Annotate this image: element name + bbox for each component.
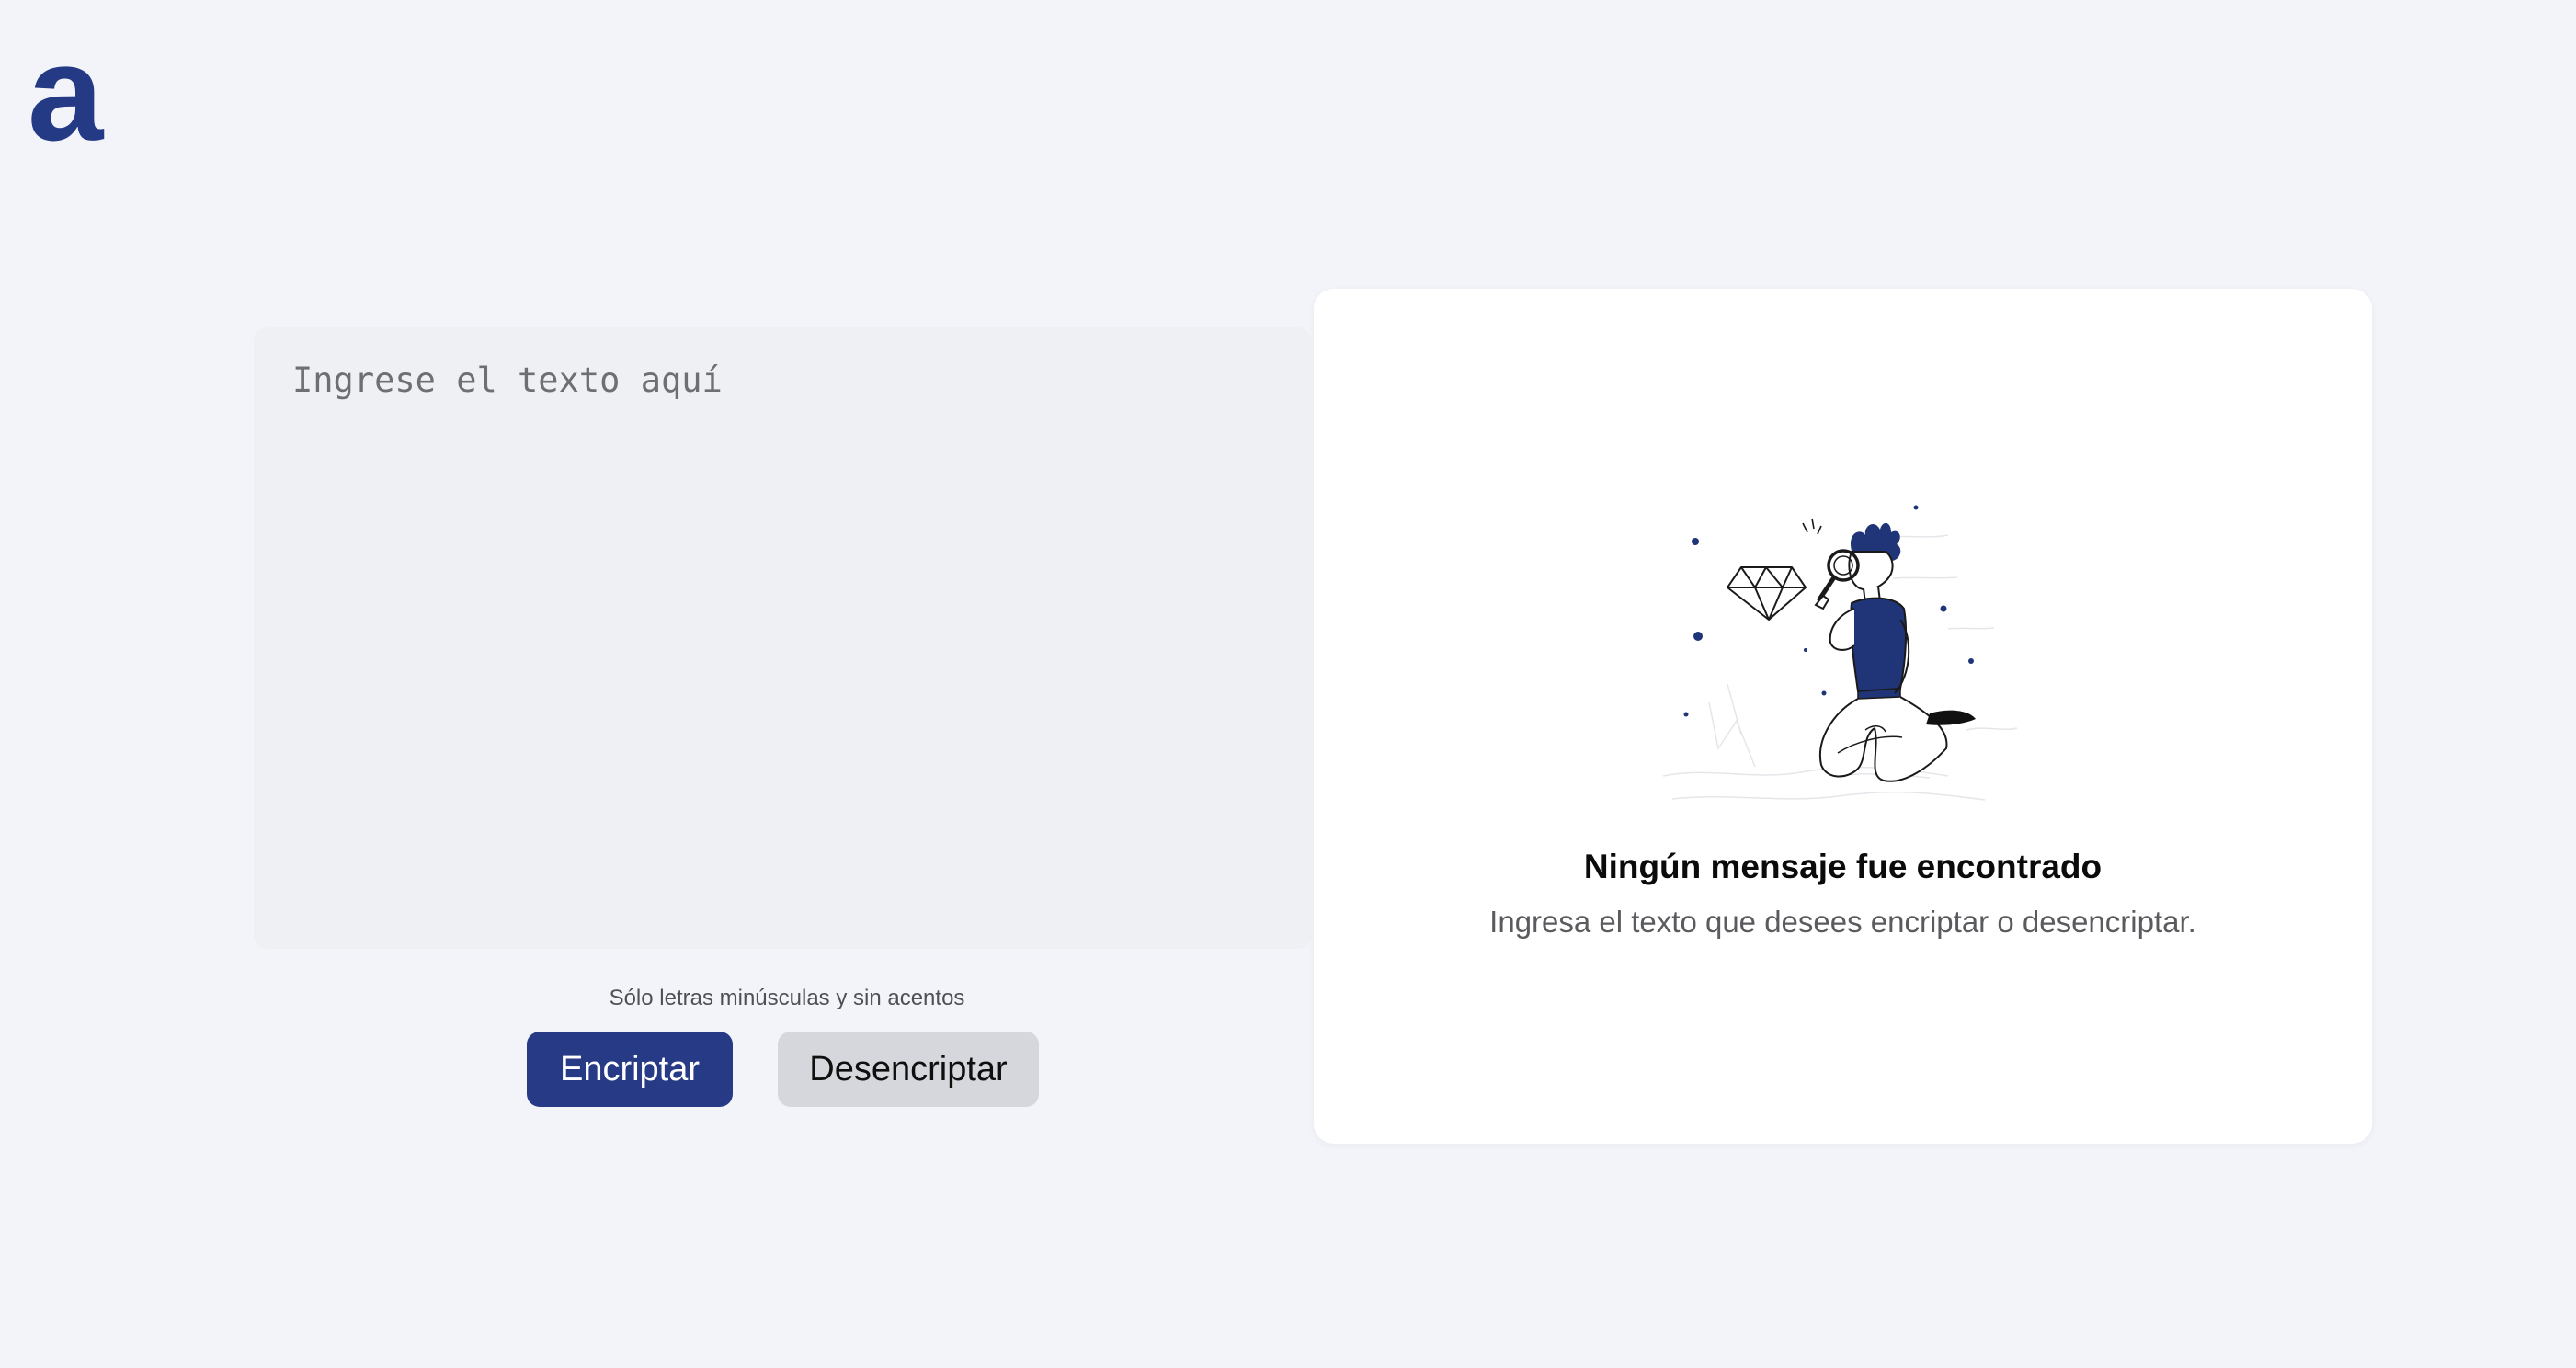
- result-panel: Ningún mensaje fue encontrado Ingresa el…: [1314, 289, 2372, 1144]
- decrypt-button[interactable]: Desencriptar: [778, 1032, 1039, 1107]
- person-with-magnifying-glass-illustration: [1662, 505, 2018, 801]
- result-title: Ningún mensaje fue encontrado: [1583, 848, 2103, 885]
- input-hint: Sólo letras minúsculas y sin acentos: [254, 986, 1311, 1011]
- result-subtitle: Ingresa el texto que desees encriptar o …: [1489, 905, 2196, 939]
- input-hint-text: Sólo letras minúsculas y sin acentos: [609, 986, 965, 1010]
- text-input[interactable]: [254, 327, 1311, 949]
- brand-logo: a: [28, 17, 103, 169]
- encrypt-button[interactable]: Encriptar: [527, 1032, 733, 1107]
